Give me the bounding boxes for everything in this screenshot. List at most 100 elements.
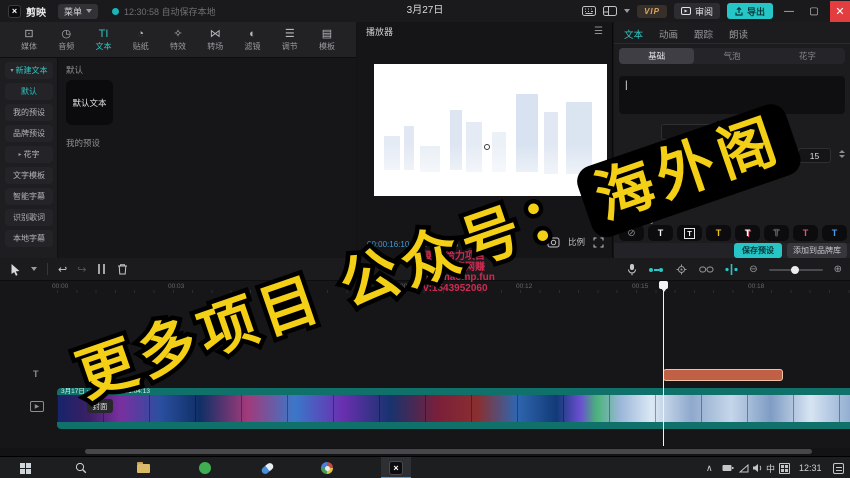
sidebar-item-fancy-text[interactable]: ▸ 花字 [5,146,53,163]
sidebar-item-auto-captions[interactable]: 智能字幕 [5,188,53,205]
tab-filters[interactable]: ◐ 滤镜 [238,28,268,52]
tab-transitions[interactable]: ⋈ 转场 [200,28,230,52]
tab-text-props[interactable]: 文本 [624,27,643,41]
preset-style-blue[interactable]: T [822,225,847,241]
sticker-icon: ◔ [137,28,144,40]
sidebar-item-default[interactable]: 默认 [5,83,53,100]
layout-chevron-icon[interactable] [624,9,630,13]
close-button[interactable]: ✕ [830,1,850,22]
preview-axis-icon[interactable] [725,264,738,275]
start-button[interactable] [13,457,37,478]
taskbar-search-button[interactable] [69,457,93,478]
font-size-stepper[interactable] [839,150,845,158]
preset-style-boxed[interactable]: T [677,225,702,241]
keyboard-shortcuts-icon[interactable] [582,6,596,16]
sidebar-item-new-text[interactable]: ▾ 新建文本 [5,62,53,79]
taskbar-app-capcut-active[interactable]: × [381,457,411,478]
delete-icon[interactable] [117,263,128,275]
tab-tts[interactable]: 朗读 [729,27,748,41]
tab-audio[interactable]: ◷ 音频 [51,28,81,52]
tab-text[interactable]: TI 文本 [89,28,119,52]
tray-expand-icon[interactable]: ∧ [706,457,713,478]
taskbar-app-pill[interactable] [255,457,279,478]
tab-effects[interactable]: ✧ 特效 [163,28,193,52]
export-button[interactable]: 导出 [727,3,773,19]
ruler-label: 00:18 [748,283,764,290]
preset-style-pink-shadow[interactable]: T [735,225,760,241]
network-icon[interactable] [739,457,749,478]
volume-icon[interactable] [752,457,763,478]
tab-templates[interactable]: ▤ 模板 [312,28,342,52]
folder-icon [137,464,150,473]
timeline-scrollbar[interactable] [85,449,812,454]
pill-app-icon [260,461,274,475]
menu-button[interactable]: 菜单 [58,4,98,19]
auto-snap-icon[interactable] [675,264,688,275]
tab-media[interactable]: ⊡ 媒体 [14,28,44,52]
autosave-status: 12:30:58 自动保存本地 [112,5,216,18]
link-clips-icon[interactable] [699,265,714,274]
app-name: 剪映 [26,4,46,19]
select-tool-chevron-icon[interactable] [31,267,37,271]
review-button[interactable]: 审阅 [674,3,720,19]
notification-center-icon[interactable] [833,457,844,478]
video-clip[interactable]: 3月17日 ⋯.mp4 00:01:04:13 [57,388,850,429]
default-text-card[interactable]: 默认文本 [66,80,113,125]
ime-language-button[interactable]: 中 [766,457,775,478]
subtab-fancy[interactable]: 花字 [770,48,845,64]
tab-adjust[interactable]: ☰ 调节 [275,28,305,52]
taskbar-app-browser[interactable] [315,457,339,478]
sidebar-item-lyrics[interactable]: 识别歌词 [5,209,53,226]
vip-badge[interactable]: VIP [637,5,667,18]
library-section-presets: 我的预设 [66,137,348,149]
preset-style-white[interactable]: T [648,225,673,241]
sidebar-item-brand-presets[interactable]: 品牌预设 [5,125,53,142]
playhead[interactable] [663,281,664,446]
file-explorer-button[interactable] [131,457,155,478]
taskbar-clock[interactable]: 12:31 [799,457,822,478]
preset-style-yellow[interactable]: T [706,225,731,241]
main-track-magnet-icon[interactable] [648,265,664,275]
filter-icon: ◐ [249,28,256,40]
video-clip-header: 3月17日 ⋯.mp4 00:01:04:13 [57,388,850,395]
search-icon [75,462,87,474]
subtab-basic[interactable]: 基础 [619,48,694,64]
effects-icon: ✧ [173,28,182,40]
divider [47,263,48,275]
timeline-zoom-slider[interactable] [769,269,823,271]
sidebar-item-my-presets[interactable]: 我的预设 [5,104,53,121]
export-label: 导出 [747,5,765,18]
player-menu-icon[interactable]: ☰ [594,26,603,37]
minimize-button[interactable]: — [780,1,798,21]
zoom-slider-thumb[interactable] [791,266,799,274]
divider [614,43,850,44]
text-clip[interactable] [663,369,783,381]
sidebar-item-local-captions[interactable]: 本地字幕 [5,230,53,247]
media-icon: ⊡ [24,28,33,40]
preset-style-dark[interactable]: T [764,225,789,241]
select-tool-icon[interactable] [10,263,21,276]
tab-tracking[interactable]: 跟踪 [694,27,713,41]
zoom-out-icon[interactable]: ⊖ [749,264,757,275]
record-voiceover-icon[interactable] [627,263,637,276]
undo-icon[interactable]: ↩ [58,263,67,276]
font-size-value[interactable]: 15 [798,148,831,163]
subtab-bubble[interactable]: 气泡 [694,48,769,64]
autosave-text: 12:30:58 自动保存本地 [124,5,216,18]
preset-style-red[interactable]: T [793,225,818,241]
split-icon[interactable] [96,263,107,275]
zoom-in-icon[interactable]: ⊕ [834,264,842,275]
add-to-brand-button[interactable]: 添加到品牌库 [787,243,847,258]
maximize-button[interactable]: ▢ [805,1,823,21]
redo-icon[interactable]: ↪ [77,263,86,276]
sidebar-item-text-templates[interactable]: 文字模板 [5,167,53,184]
tab-stickers[interactable]: ◔ 贴纸 [126,28,156,52]
layout-switch-icon[interactable] [603,6,617,16]
ime-mode-icon[interactable] [779,457,790,478]
taskbar-app-green[interactable] [193,457,217,478]
save-preset-button[interactable]: 保存预设 [734,243,782,258]
battery-icon[interactable] [722,457,734,478]
playhead-handle[interactable] [659,281,668,289]
green-app-icon [199,462,211,474]
tab-animation[interactable]: 动画 [659,27,678,41]
